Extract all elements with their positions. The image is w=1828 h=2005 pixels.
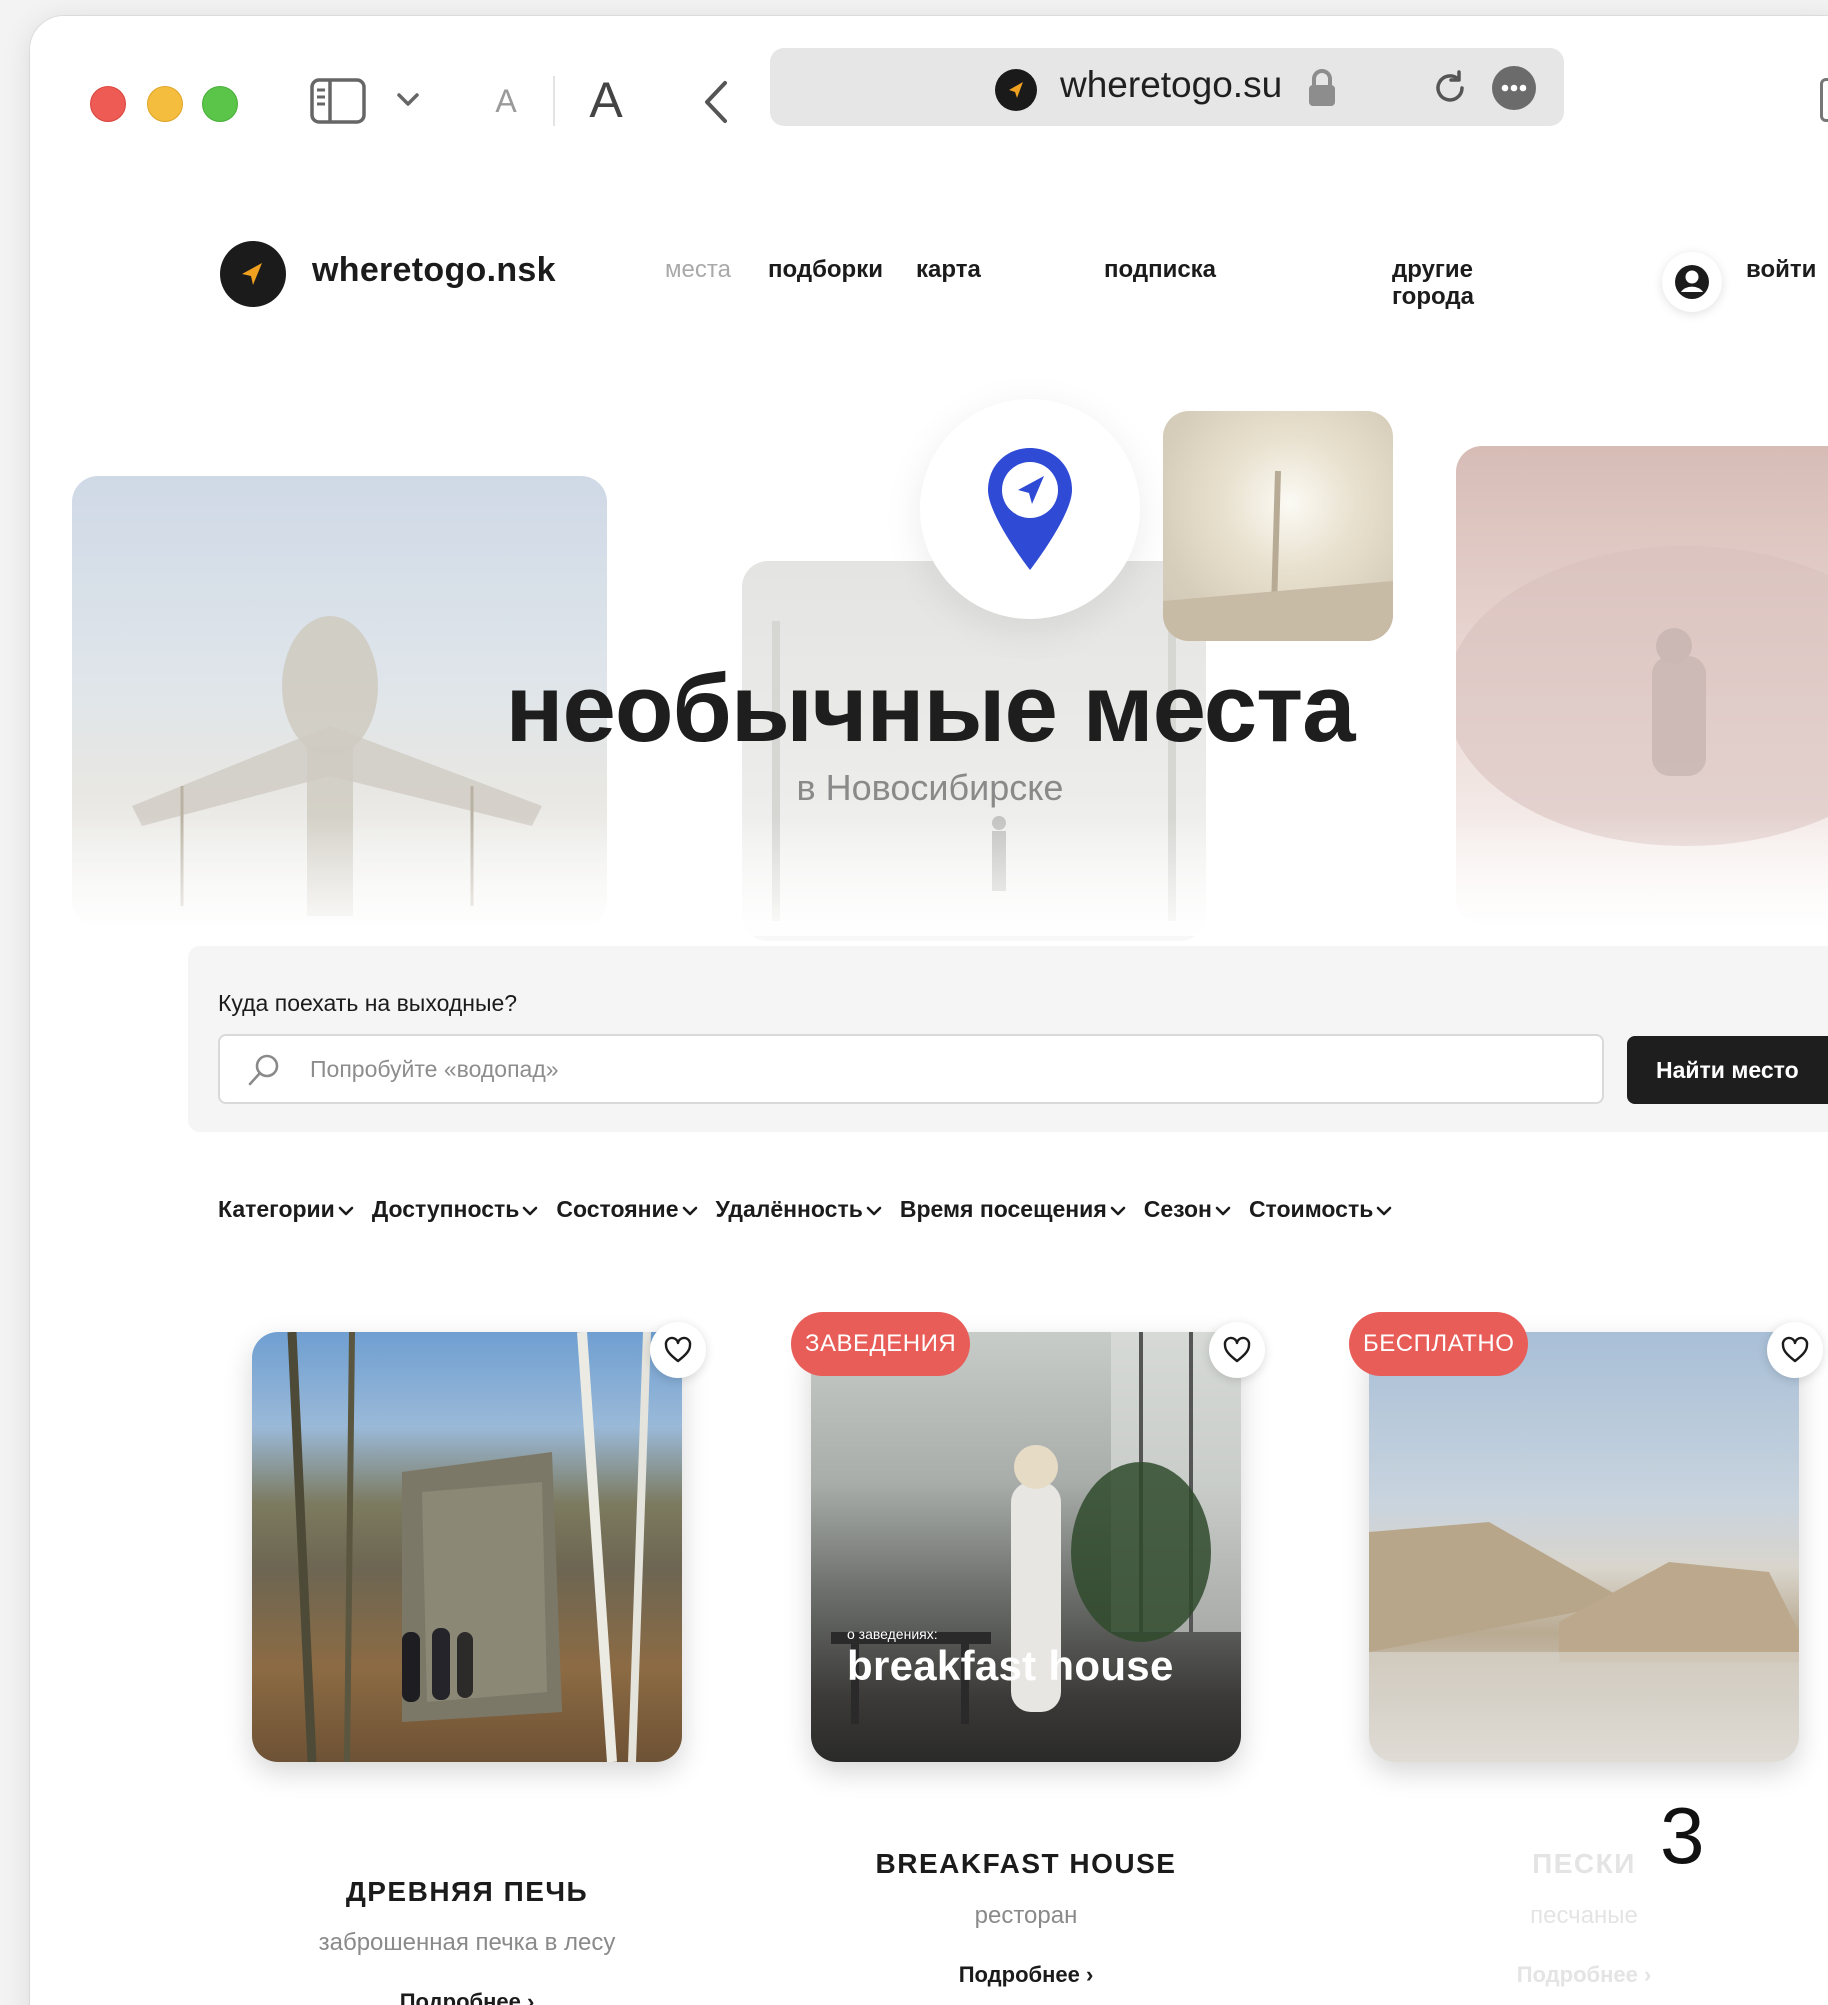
nav-subscription[interactable]: подписка — [1104, 256, 1216, 284]
chevron-down-icon — [1212, 1196, 1231, 1223]
search-input[interactable] — [310, 1036, 1580, 1102]
tab-overview-icon[interactable] — [1820, 78, 1828, 122]
favorite-heart-icon[interactable] — [1209, 1322, 1265, 1378]
filter-dropdown[interactable]: Категории — [218, 1196, 354, 1223]
hero-subtitle: в Новосибирске — [796, 767, 1064, 808]
card-more-link[interactable]: Подробнее › — [1369, 1962, 1799, 1988]
filter-label: Категории — [218, 1196, 335, 1222]
card-subtitle: заброшенная печка в лесу — [318, 1929, 616, 1956]
card-image[interactable]: о заведениях: breakfast house — [811, 1332, 1241, 1762]
decrease-font-button[interactable]: A — [486, 80, 526, 122]
filter-label: Доступность — [371, 1196, 520, 1222]
chevron-down-icon — [1107, 1196, 1126, 1223]
card-more-link[interactable]: Подробнее › — [252, 1989, 682, 2005]
minimize-window-button[interactable] — [147, 86, 183, 122]
filter-dropdown[interactable]: Сезон — [1144, 1196, 1231, 1223]
search-field[interactable] — [218, 1034, 1604, 1104]
lock-icon — [1306, 68, 1338, 108]
filter-label: Сезон — [1143, 1196, 1212, 1222]
chevron-down-icon — [1373, 1196, 1392, 1223]
search-icon — [246, 1052, 282, 1088]
search-panel: Куда поехать на выходные? Найти место — [188, 946, 1828, 1132]
chevron-down-icon[interactable] — [390, 82, 426, 118]
card-overlay-caption: о заведениях: — [847, 1626, 938, 1642]
toolbar-divider — [553, 76, 555, 126]
chevron-down-icon — [519, 1196, 538, 1223]
card-image[interactable] — [252, 1332, 682, 1762]
filter-dropdown[interactable]: Стоимость — [1249, 1196, 1392, 1223]
url-text: wheretogo.su — [1060, 64, 1283, 105]
web-page: wheretogo.nsk места подборки карта подпи… — [30, 166, 1828, 2005]
address-bar[interactable]: wheretogo.su — [770, 48, 1564, 126]
card-overlay-title: breakfast house — [847, 1642, 1174, 1689]
card-subtitle: песчаные — [1530, 1902, 1638, 1929]
chevron-down-icon — [335, 1196, 354, 1223]
zoom-window-button[interactable] — [202, 86, 238, 122]
browser-toolbar: A A wheretogo.su — [30, 16, 1828, 166]
back-arrow-icon[interactable] — [694, 76, 738, 128]
browser-window: A A wheretogo.su wheretogo.nsk места под… — [30, 16, 1828, 2005]
site-header: wheretogo.nsk места подборки карта подпи… — [30, 166, 1828, 312]
card-image[interactable] — [1369, 1332, 1799, 1762]
step-number-marker: 3 — [1660, 1791, 1705, 1880]
reload-icon[interactable] — [1430, 66, 1470, 108]
filter-label: Удалённость — [715, 1196, 863, 1222]
card-title[interactable]: BREAKFAST HOUSE — [811, 1848, 1241, 1880]
category-badge: БЕСПЛАТНО — [1349, 1312, 1529, 1376]
filter-label: Состояние — [556, 1196, 679, 1222]
hero-section: необычные места в Новосибирске — [30, 306, 1828, 941]
favorite-heart-icon[interactable] — [1767, 1322, 1823, 1378]
nav-collections[interactable]: подборки — [768, 256, 883, 284]
filter-dropdown[interactable]: Состояние — [556, 1196, 697, 1223]
card-title[interactable]: ПЕСКИ — [1369, 1848, 1799, 1880]
filter-bar: Категории Доступность Состояние Удалённость… — [218, 1196, 1392, 1223]
category-badge: ЗАВЕДЕНИЯ — [791, 1312, 971, 1376]
site-logo-text[interactable]: wheretogo.nsk — [312, 251, 556, 290]
card-subtitle: ресторан — [974, 1902, 1078, 1929]
filter-dropdown[interactable]: Время посещения — [900, 1196, 1126, 1223]
user-avatar-icon[interactable] — [1662, 252, 1722, 312]
hero-photo-tree — [1163, 411, 1393, 641]
increase-font-button[interactable]: A — [578, 72, 634, 128]
nav-map[interactable]: карта — [916, 256, 981, 284]
filter-dropdown[interactable]: Доступность — [372, 1196, 539, 1223]
sidebar-toggle-icon[interactable] — [310, 78, 366, 124]
filter-label: Время посещения — [899, 1196, 1107, 1222]
filter-dropdown[interactable]: Удалённость — [716, 1196, 882, 1223]
search-label: Куда поехать на выходные? — [218, 990, 518, 1016]
card-more-link[interactable]: Подробнее › — [811, 1962, 1241, 1988]
filter-label: Стоимость — [1248, 1196, 1374, 1222]
hero-title: необычные места — [505, 655, 1356, 762]
card-title[interactable]: ДРЕВНЯЯ ПЕЧЬ — [252, 1876, 682, 1908]
chevron-down-icon — [679, 1196, 698, 1223]
nav-places[interactable]: места — [665, 256, 731, 284]
hero-fade — [30, 816, 1828, 936]
site-favicon-icon — [995, 69, 1037, 111]
chevron-down-icon — [863, 1196, 882, 1223]
favorite-heart-icon[interactable] — [650, 1322, 706, 1378]
location-pin-icon — [920, 399, 1140, 619]
nav-other-cities[interactable]: другие города — [1392, 256, 1512, 310]
find-place-button[interactable]: Найти место — [1627, 1036, 1828, 1104]
login-link[interactable]: войти — [1746, 256, 1816, 284]
close-window-button[interactable] — [90, 86, 126, 122]
more-options-icon[interactable] — [1492, 66, 1536, 110]
logo-icon[interactable] — [220, 241, 286, 307]
